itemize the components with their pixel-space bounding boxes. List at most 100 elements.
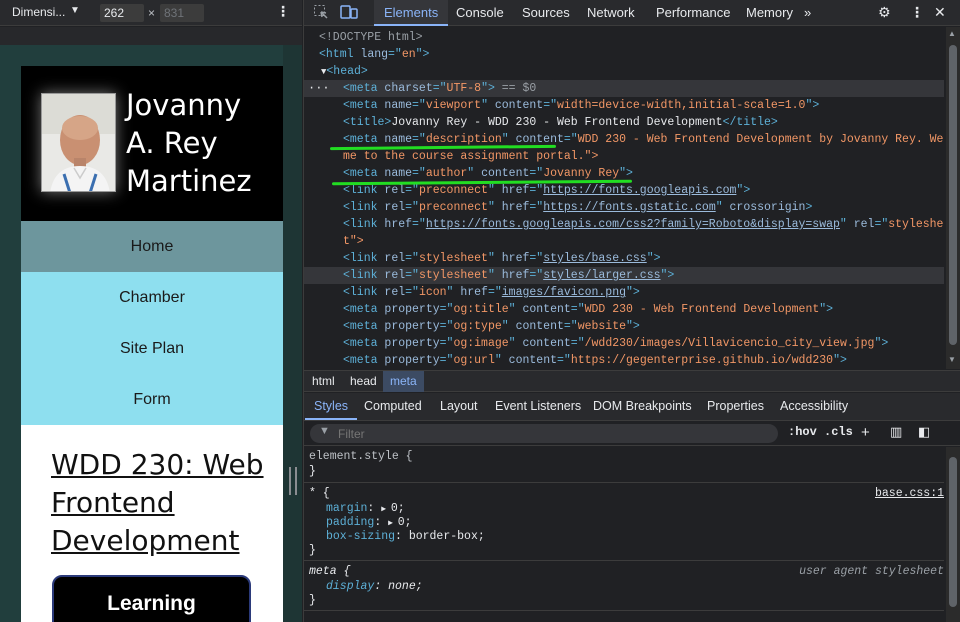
dom-doctype[interactable]: <!DOCTYPE html> xyxy=(304,29,944,46)
filter-input[interactable] xyxy=(338,425,758,442)
dom-attr-eq: =" xyxy=(439,337,454,350)
dom-tag-close: > xyxy=(881,337,889,350)
prop-margin-name[interactable]: margin xyxy=(326,502,367,515)
subtab-dom-breakpoints[interactable]: DOM Breakpoints xyxy=(584,393,701,420)
tab-console[interactable]: Console xyxy=(446,0,514,26)
breadcrumb-meta[interactable]: meta xyxy=(383,371,424,392)
html-lang-value: en xyxy=(401,48,416,61)
dom-attr-eq: =" xyxy=(529,167,544,180)
subtab-styles[interactable]: Styles xyxy=(305,393,358,420)
element-style-rule[interactable]: element.style { } xyxy=(304,447,944,483)
selected-node-ellipsis-icon[interactable]: ··· xyxy=(308,81,330,95)
dom-tag-close: > xyxy=(632,320,640,333)
more-options-icon[interactable]: ⋮ xyxy=(910,4,924,21)
meta-ua-rule[interactable]: meta { user agent stylesheet display: no… xyxy=(304,561,944,611)
styles-scrollbar[interactable] xyxy=(946,447,960,622)
universal-rule[interactable]: * { base.css:1 margin: ▶ 0; padding: ▶ 0… xyxy=(304,483,944,561)
elements-dom-tree[interactable]: <!DOCTYPE html> <html lang="en"> ▼<head>… xyxy=(304,27,944,369)
breadcrumb: html head meta xyxy=(304,370,960,392)
filter-field[interactable]: ▼ xyxy=(310,424,778,443)
nav-chamber-link[interactable]: Chamber xyxy=(21,272,283,323)
more-options-icon[interactable]: ⋮ xyxy=(276,3,290,20)
subtab-layout[interactable]: Layout xyxy=(431,393,487,420)
dom-node-content: <link href="https://fonts.googleapis.com… xyxy=(304,218,944,231)
prop-margin-value[interactable]: 0 xyxy=(391,502,398,515)
learning-button[interactable]: Learning xyxy=(52,575,251,622)
nav-home-link[interactable]: Home xyxy=(21,221,283,272)
gear-icon[interactable]: ⚙ xyxy=(878,4,891,21)
dom-html-open[interactable]: <html lang="en"> xyxy=(304,46,944,63)
dom-attr-name: property xyxy=(377,354,440,367)
hov-button[interactable]: :hov xyxy=(788,425,817,439)
inspect-element-icon[interactable] xyxy=(312,4,330,22)
prop-padding-value[interactable]: 0 xyxy=(398,516,405,529)
dom-attr-eq: =" xyxy=(529,201,544,214)
dom-scrollbar[interactable]: ▲ ▼ xyxy=(946,27,960,369)
expand-triangle-icon[interactable]: ▼ xyxy=(304,67,326,77)
tab-memory[interactable]: Memory xyxy=(736,0,803,26)
scroll-up-icon[interactable]: ▲ xyxy=(948,29,956,38)
dom-node-continuation[interactable]: t"> xyxy=(304,233,944,250)
tab-performance[interactable]: Performance xyxy=(646,0,740,26)
dom-head-open[interactable]: ▼<head> xyxy=(304,63,944,80)
tab-elements[interactable]: Elements xyxy=(374,0,449,26)
dom-node-meta[interactable]: <meta property="og:title" content="WDD 2… xyxy=(304,301,944,318)
dom-node-link[interactable]: <link rel="stylesheet" href="styles/larg… xyxy=(304,267,944,284)
more-tabs-icon[interactable]: » xyxy=(794,0,821,26)
width-input[interactable] xyxy=(100,4,144,22)
dom-attr-value: styleshee xyxy=(888,218,944,231)
breadcrumb-html[interactable]: html xyxy=(305,371,342,392)
nav-form-link[interactable]: Form xyxy=(21,374,283,425)
prop-box-sizing-name[interactable]: box-sizing xyxy=(326,530,395,543)
device-toggle-icon[interactable] xyxy=(340,4,358,22)
chevron-down-icon[interactable]: ▼ xyxy=(70,5,80,16)
dom-scroll-thumb[interactable] xyxy=(949,45,957,345)
dom-node-content: <meta name="description" content="WDD 23… xyxy=(304,133,944,146)
dom-node-meta[interactable]: <meta name="viewport" content="width=dev… xyxy=(304,97,944,114)
subtab-computed[interactable]: Computed xyxy=(355,393,431,420)
dom-node-meta[interactable]: <meta property="og:type" content="websit… xyxy=(304,318,944,335)
close-icon[interactable]: ✕ xyxy=(934,4,946,21)
subtab-event-listeners[interactable]: Event Listeners xyxy=(486,393,590,420)
dom-node-content: <meta property="og:image" content="/wdd2… xyxy=(304,337,888,350)
dom-attr-value: description xyxy=(425,133,502,146)
dimensions-select[interactable]: Dimensi... xyxy=(12,5,65,19)
universal-selector: * { xyxy=(309,487,330,500)
dom-node-meta[interactable]: <meta name="description" content="WDD 23… xyxy=(304,131,944,148)
height-input[interactable] xyxy=(160,4,204,22)
dom-node-link[interactable]: <link rel="stylesheet" href="styles/base… xyxy=(304,250,944,267)
course-title-link[interactable]: WDD 230: Web Frontend Development xyxy=(51,446,276,560)
styles-scroll-thumb[interactable] xyxy=(949,457,957,607)
dom-attr-name: crossorigin xyxy=(722,201,806,214)
breadcrumb-head[interactable]: head xyxy=(343,371,384,392)
dom-node-meta[interactable]: <meta property="og:image" content="/wdd2… xyxy=(304,335,944,352)
subtab-accessibility[interactable]: Accessibility xyxy=(771,393,857,420)
paint-brush-icon[interactable]: ▥ xyxy=(890,424,902,440)
new-rule-plus-icon[interactable]: + xyxy=(861,424,870,441)
resize-handle-area[interactable] xyxy=(283,45,302,622)
tab-sources[interactable]: Sources xyxy=(512,0,580,26)
subtab-properties[interactable]: Properties xyxy=(698,393,773,420)
drag-handle-icon[interactable] xyxy=(289,467,297,495)
dom-attr-name: content xyxy=(515,337,571,350)
prop-padding-name[interactable]: padding xyxy=(326,516,374,529)
device-toolbar: Dimensi... ▼ × ⋮ xyxy=(0,0,302,26)
dom-node-content: <meta property="og:url" content="https:/… xyxy=(304,354,847,367)
cls-button[interactable]: .cls xyxy=(824,425,853,439)
nav-site-plan-link[interactable]: Site Plan xyxy=(21,323,283,374)
dom-attr-eq: =" xyxy=(874,218,889,231)
dom-node-meta[interactable]: <meta property="og:url" content="https:/… xyxy=(304,352,944,369)
base-css-link[interactable]: base.css:1 xyxy=(875,487,944,500)
dom-node-continuation[interactable]: me to the course assignment portal."> xyxy=(304,148,944,165)
dom-node-title[interactable]: <title>Jovanny Rey - WDD 230 - Web Front… xyxy=(304,114,944,131)
dom-node-link[interactable]: <link rel="preconnect" href="https://fon… xyxy=(304,199,944,216)
dom-node-link[interactable]: <link href="https://fonts.googleapis.com… xyxy=(304,216,944,233)
prop-box-sizing-value[interactable]: border-box xyxy=(409,530,478,543)
dom-node-link[interactable]: <link rel="icon" href="images/favicon.pn… xyxy=(304,284,944,301)
sidebar-toggle-icon[interactable]: ◧ xyxy=(918,424,930,440)
expand-triangle-icon[interactable]: ▶ xyxy=(388,519,398,528)
tab-network[interactable]: Network xyxy=(577,0,645,26)
dom-node-meta[interactable]: <meta charset="UTF-8"> == $0 xyxy=(304,80,944,97)
scroll-down-icon[interactable]: ▼ xyxy=(948,355,956,364)
expand-triangle-icon[interactable]: ▶ xyxy=(381,505,391,514)
